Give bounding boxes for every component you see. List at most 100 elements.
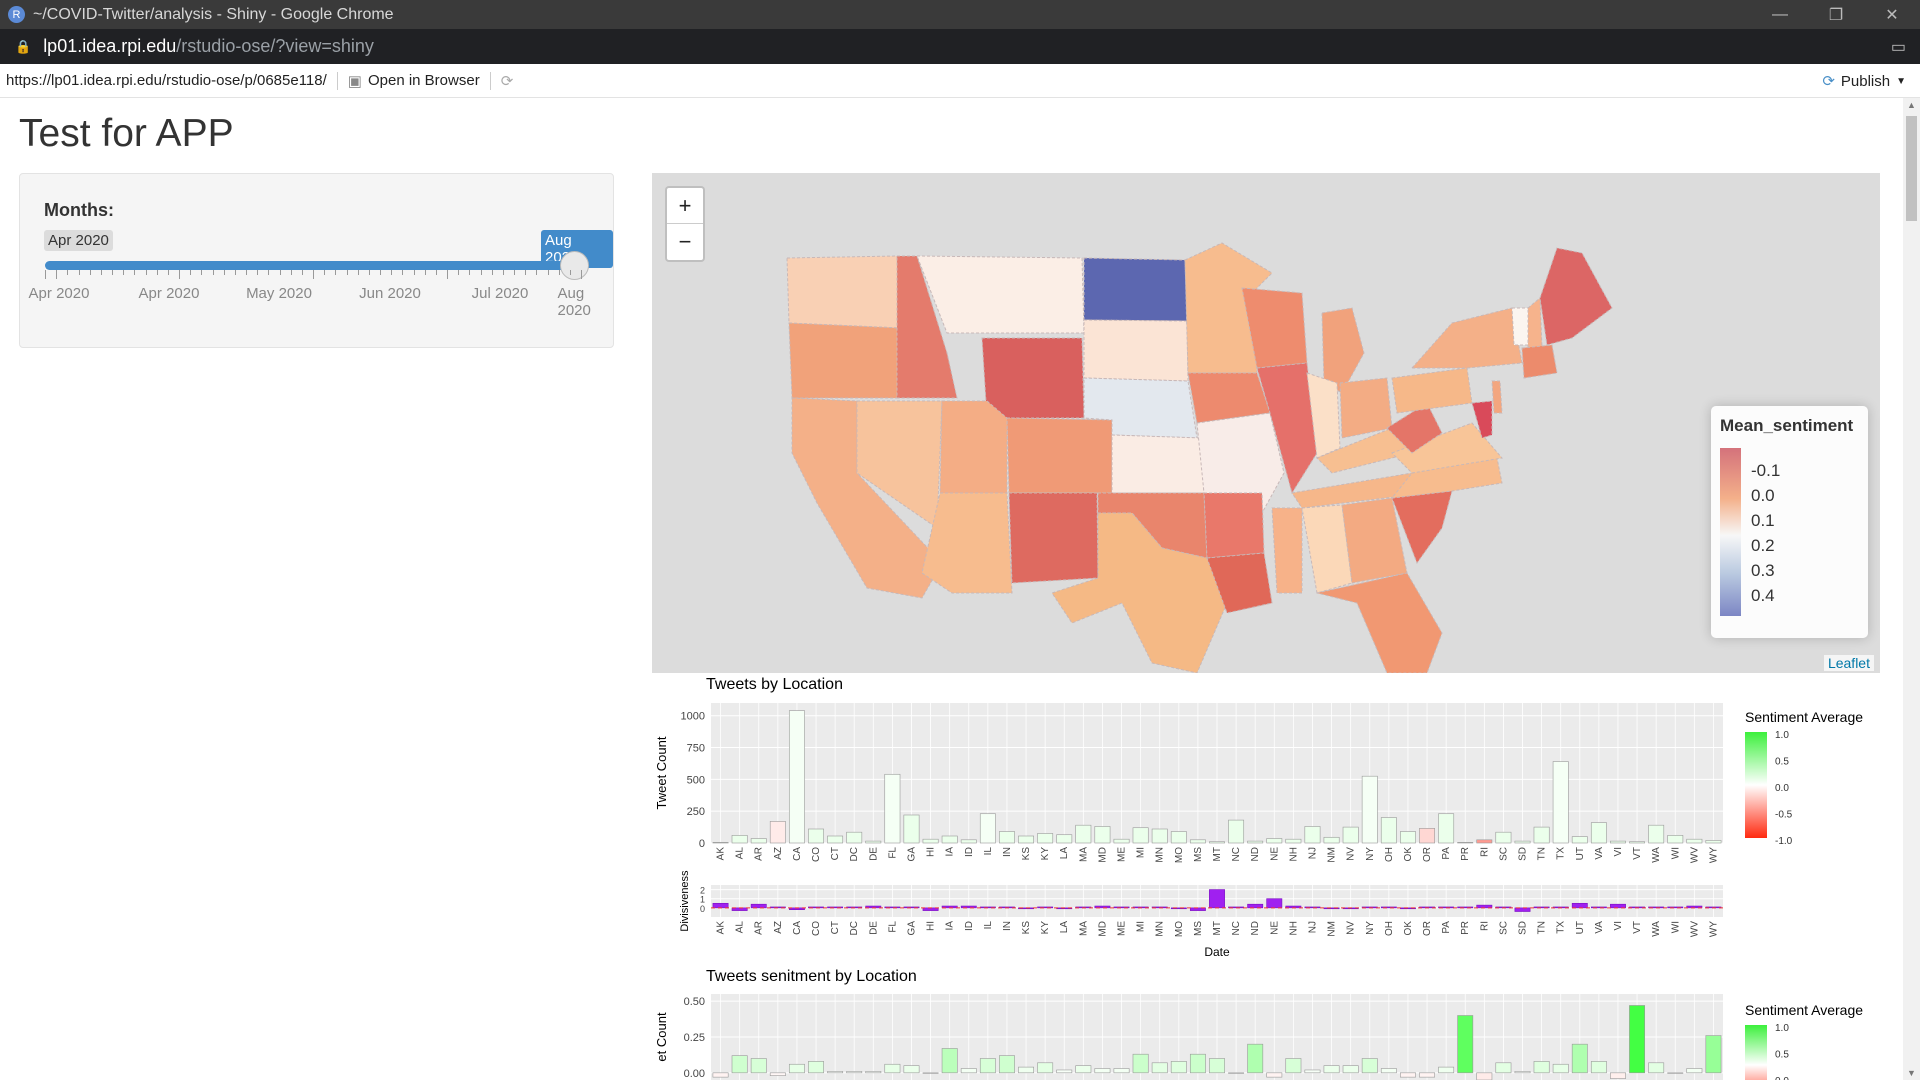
bar-SD <box>1514 1071 1531 1074</box>
slider-tick <box>480 270 482 275</box>
bar-ND <box>1247 1043 1264 1074</box>
bar-MA <box>1075 906 1092 909</box>
minimize-icon[interactable]: — <box>1752 0 1808 29</box>
state-mt <box>916 255 1085 334</box>
bar-IN <box>999 831 1015 844</box>
x-tick-label: UT <box>1575 921 1586 934</box>
map-legend: Mean_sentiment -0.1 0.0 0.1 0.2 0.3 0.4 <box>1711 406 1868 638</box>
bar-WV <box>1686 838 1703 844</box>
page-scrollbar[interactable]: ▲ ▼ <box>1903 98 1920 1080</box>
window-titlebar: R ~/COVID-Twitter/analysis - Shiny - Goo… <box>0 0 1920 29</box>
zoom-out-button[interactable]: − <box>667 224 703 260</box>
slider-tick <box>234 270 236 275</box>
legend-value: -1.0 <box>1775 836 1793 847</box>
publish-button[interactable]: ⟳ Publish ▼ <box>1822 72 1906 91</box>
scroll-down-icon[interactable]: ▼ <box>1907 1068 1916 1078</box>
x-tick-label: WV <box>1689 921 1700 937</box>
slider-tick <box>435 270 437 275</box>
slider-tick <box>469 270 471 275</box>
state-nh <box>1527 296 1543 349</box>
x-tick-label: KS <box>1021 921 1032 935</box>
slider-tick <box>78 270 80 275</box>
x-tick-label: HI <box>926 921 937 931</box>
x-tick-label: CO <box>811 847 822 862</box>
x-tick-label: MD <box>1097 847 1108 863</box>
bar-NJ <box>1304 1069 1321 1074</box>
legend-value: -0.1 <box>1751 461 1781 480</box>
slider-tick <box>67 270 69 275</box>
address-bar[interactable]: 🔒 lp01.idea.rpi.edu/rstudio-ose/?view=sh… <box>0 29 1920 64</box>
legend-value: 0.2 <box>1751 536 1775 555</box>
x-tick-label: VI <box>1613 921 1624 930</box>
bar-NC <box>1228 1072 1245 1074</box>
url-path: /rstudio-ose/?view=shiny <box>176 36 374 56</box>
open-in-browser-button[interactable]: Open in Browser <box>368 72 480 89</box>
zoom-in-button[interactable]: + <box>667 188 703 224</box>
slider-track[interactable] <box>45 261 581 270</box>
bar-RI <box>1476 1072 1493 1080</box>
legend-value: 0.1 <box>1751 511 1775 530</box>
bar-WY <box>1705 1035 1722 1074</box>
leaflet-map[interactable]: + − Mean_sentiment -0.1 0.0 0.1 0.2 0.3 … <box>652 173 1880 673</box>
bar-VT <box>1629 841 1646 844</box>
bar-NE <box>1266 898 1283 909</box>
slider-tick <box>581 270 582 279</box>
slider-tick <box>301 270 303 275</box>
bar-VA <box>1590 822 1607 844</box>
refresh-icon[interactable]: ⟳ <box>501 72 514 90</box>
slider-tick <box>167 270 169 275</box>
rstudio-icon: R <box>8 6 25 23</box>
bar-IA <box>941 905 958 909</box>
bar-HI <box>922 1072 939 1074</box>
legend-gradient <box>1745 1025 1767 1080</box>
x-tick-label: TX <box>1556 921 1567 934</box>
slider-tick <box>201 270 203 275</box>
x-tick-label: NM <box>1327 921 1338 937</box>
slider-tick <box>123 270 125 275</box>
plot-panel <box>711 994 1723 1080</box>
state-nm <box>1008 492 1099 584</box>
restore-icon[interactable]: ❐ <box>1808 0 1864 29</box>
bar-RI <box>1476 839 1493 844</box>
bar-AZ <box>769 906 786 909</box>
leaflet-attribution[interactable]: Leaflet <box>1823 655 1874 671</box>
x-tick-label: KY <box>1040 921 1051 935</box>
x-tick-label: PA <box>1441 847 1452 860</box>
bar-AZ <box>769 821 786 844</box>
x-tick-label: MN <box>1155 921 1166 937</box>
slider-tick <box>391 270 393 275</box>
cast-icon[interactable]: ▭ <box>1891 37 1906 57</box>
y-tick-label: 0.50 <box>684 996 705 1008</box>
bar-PR <box>1457 906 1474 909</box>
close-icon[interactable]: ✕ <box>1864 0 1920 29</box>
viewer-url[interactable]: https://lp01.idea.rpi.edu/rstudio-ose/p/… <box>6 72 327 89</box>
bar-MD <box>1094 905 1111 909</box>
x-tick-label: WV <box>1689 847 1700 863</box>
y-tick-label: 0 <box>700 904 705 914</box>
slider-tick-label: Apr 2020 <box>138 285 200 302</box>
bar-KS <box>1018 1066 1034 1074</box>
bar-IA <box>941 1048 958 1074</box>
legend-value: 0.3 <box>1751 561 1775 580</box>
scrollbar-thumb[interactable] <box>1906 116 1917 221</box>
x-tick-label: IN <box>1002 921 1013 931</box>
y-tick-label: 750 <box>687 743 705 755</box>
bar-WV <box>1686 1068 1703 1074</box>
bar-WY <box>1705 906 1722 909</box>
bar-AL <box>731 1055 748 1074</box>
x-tick-label: TX <box>1556 847 1567 860</box>
slider-tick-label: Aug 2020 <box>557 285 591 319</box>
x-tick-label: WA <box>1651 921 1662 937</box>
x-tick-label: MA <box>1078 847 1089 862</box>
x-tick-label: KS <box>1021 847 1032 861</box>
x-tick-label: CO <box>811 921 822 936</box>
bar-CA <box>788 710 805 844</box>
bar-KS <box>1018 835 1034 844</box>
bar-SC <box>1495 1062 1512 1074</box>
x-tick-label: OK <box>1403 847 1414 862</box>
bar-TX <box>1552 1063 1569 1074</box>
y-tick-label: 500 <box>687 774 705 786</box>
state-sd <box>1083 319 1189 382</box>
x-tick-label: MN <box>1155 847 1166 863</box>
scroll-up-icon[interactable]: ▲ <box>1907 100 1916 110</box>
